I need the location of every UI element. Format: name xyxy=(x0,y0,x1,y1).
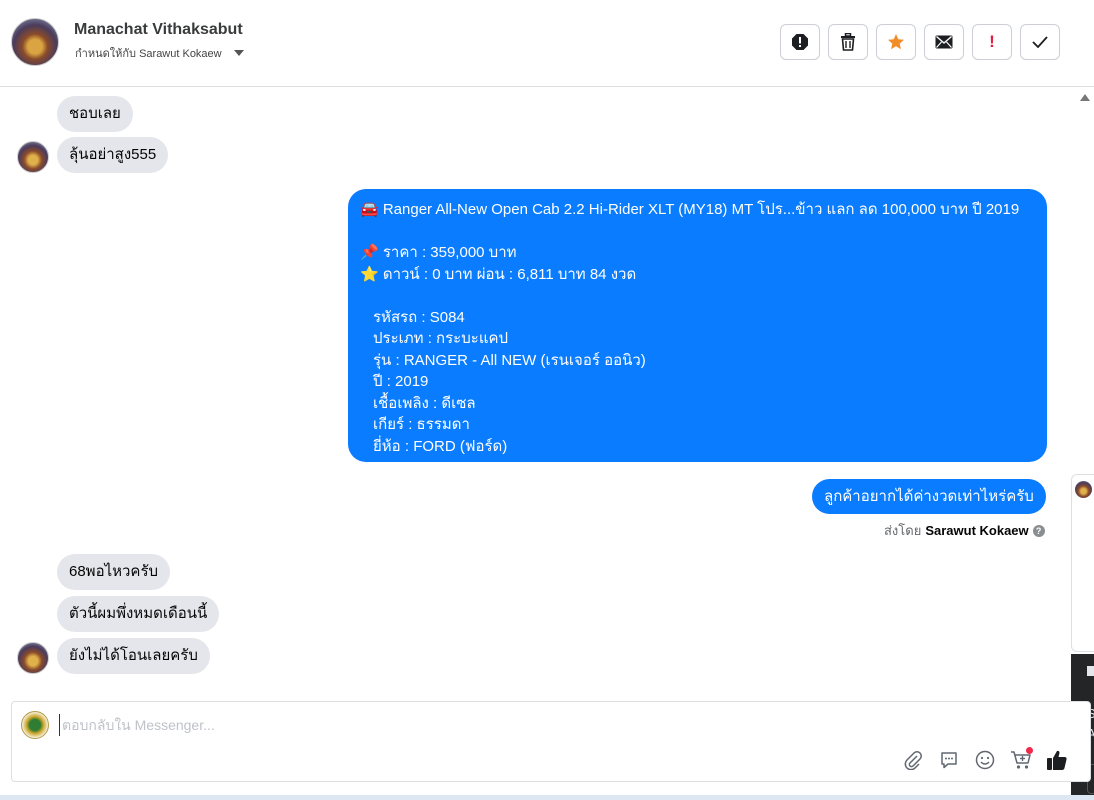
side-chat-panel[interactable] xyxy=(1071,474,1094,652)
mail-icon xyxy=(935,35,953,49)
listing-price: 📌 ราคา : 359,000 บาท xyxy=(360,244,517,261)
mark-spam-button[interactable] xyxy=(780,24,820,60)
contact-avatar[interactable] xyxy=(11,18,59,66)
help-icon[interactable]: ? xyxy=(1032,524,1045,537)
listing-title: 🚘 Ranger All-New Open Cab 2.2 Hi-Rider X… xyxy=(360,201,1020,218)
shop-button[interactable] xyxy=(1010,747,1033,771)
alert-icon xyxy=(792,34,808,50)
conversation-toolbar: ! xyxy=(780,24,1060,60)
attach-button[interactable] xyxy=(902,749,924,771)
listing-type: ประเภท : กระบะแคป xyxy=(373,330,509,347)
listing-model: รุ่น : RANGER - All NEW (เรนเจอร์ ออนิว) xyxy=(373,351,646,369)
like-icon xyxy=(1047,750,1067,770)
incoming-message[interactable]: ตัวนี้ผมพึ่งหมดเดือนนี้ xyxy=(57,596,220,632)
caret-down-icon xyxy=(233,50,244,56)
assigned-to-label: กำหนดให้กับ Sarawut Kokaew xyxy=(75,48,222,60)
scroll-up-arrow-icon[interactable] xyxy=(1080,94,1090,101)
delete-button[interactable] xyxy=(828,24,868,60)
sent-by-info: ส่งโดย Sarawut Kokaew ? xyxy=(884,520,1045,541)
listing-code: รหัสรถ : S084 xyxy=(373,308,465,326)
trash-icon xyxy=(841,33,855,51)
notification-dot xyxy=(1026,747,1033,754)
sent-by-prefix: ส่งโดย xyxy=(884,523,922,538)
listing-brand: ยี่ห้อ : FORD (ฟอร์ด) xyxy=(373,437,508,455)
attach-icon xyxy=(904,751,922,770)
message-thread[interactable]: ชอบเลย ลุ้นอย่าสูง555 🚘 Ranger All-New O… xyxy=(0,88,1076,700)
outgoing-listing-message[interactable]: 🚘 Ranger All-New Open Cab 2.2 Hi-Rider X… xyxy=(348,189,1047,462)
composer-toolbar xyxy=(902,747,1068,771)
incoming-message[interactable]: ยังไม่ได้โอนเลยครับ xyxy=(57,638,210,674)
message-composer xyxy=(11,701,1091,782)
popup-icon xyxy=(1087,666,1094,676)
page-avatar xyxy=(21,711,49,739)
saved-reply-icon xyxy=(941,752,957,769)
listing-year: ปี : 2019 xyxy=(373,373,429,390)
listing-gear: เกียร์ : ธรรมดา xyxy=(373,416,470,433)
mark-important-button[interactable]: ! xyxy=(972,24,1012,60)
listing-down-payment: ⭐ ดาวน์ : 0 บาท ผ่อน : 6,811 บาท 84 งวด xyxy=(360,265,637,283)
star-button[interactable] xyxy=(876,24,916,60)
assign-dropdown[interactable]: กำหนดให้กับ Sarawut Kokaew xyxy=(75,44,244,62)
reply-input[interactable] xyxy=(59,714,859,736)
conversation-header: Manachat Vithaksabut กำหนดให้กับ Sarawut… xyxy=(0,0,1094,87)
listing-fuel: เชื้อเพลิง : ดีเซล xyxy=(373,394,476,412)
contact-name[interactable]: Manachat Vithaksabut xyxy=(74,21,243,39)
footer-strip xyxy=(0,795,1094,800)
mark-done-button[interactable] xyxy=(1020,24,1060,60)
saved-replies-button[interactable] xyxy=(938,749,960,771)
important-icon: ! xyxy=(989,32,995,51)
side-panel-avatar[interactable] xyxy=(1075,481,1092,498)
like-button[interactable] xyxy=(1046,749,1068,771)
contact-avatar-small[interactable] xyxy=(17,642,49,674)
outgoing-message[interactable]: ลูกค้าอยากได้ค่างวดเท่าไหร่ครับ xyxy=(812,479,1046,514)
incoming-message[interactable]: ลุ้นอย่าสูง555 xyxy=(57,137,169,173)
incoming-message[interactable]: 68พอไหวครับ xyxy=(57,554,171,590)
contact-avatar-small[interactable] xyxy=(17,141,49,173)
sent-by-name: Sarawut Kokaew xyxy=(925,523,1029,538)
check-icon xyxy=(1032,36,1048,48)
emoji-button[interactable] xyxy=(974,749,996,771)
mark-unread-button[interactable] xyxy=(924,24,964,60)
star-icon xyxy=(888,34,904,50)
incoming-message[interactable]: ชอบเลย xyxy=(57,96,133,132)
emoji-icon xyxy=(975,750,995,770)
